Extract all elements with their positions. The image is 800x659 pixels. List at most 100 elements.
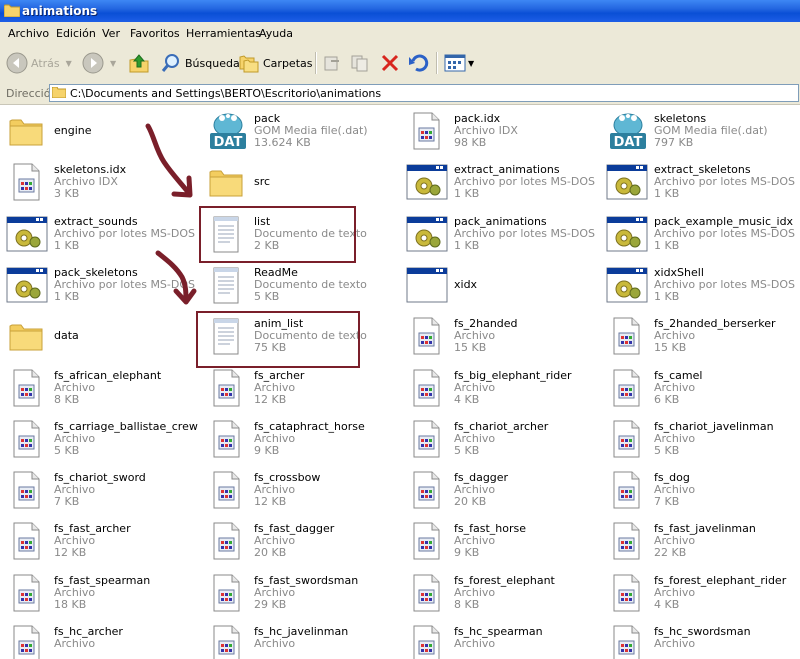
file-item[interactable]: fs_hc_javelinman Archivo [200, 618, 400, 659]
file-item[interactable]: fs_fast_javelinman Archivo 22 KB [600, 515, 800, 566]
menu-archivo[interactable]: Archivo [8, 27, 49, 40]
file-name: src [254, 175, 271, 189]
generic-file-icon [406, 573, 446, 613]
file-size: 12 KB [254, 495, 287, 509]
file-item[interactable]: fs_archer Archivo 12 KB [200, 362, 400, 413]
file-item[interactable]: extract_animations Archivo por lotes MS-D… [400, 156, 600, 207]
file-item[interactable]: fs_2handed_berserker Archivo 15 KB [600, 310, 800, 361]
file-item[interactable]: DAT pack GOM Media file(.dat) 13.624 KB [200, 105, 400, 156]
file-item[interactable]: fs_cataphract_horse Archivo 9 KB [200, 413, 400, 464]
menu-favoritos[interactable]: Favoritos [130, 27, 180, 40]
generic-file-icon [606, 316, 646, 356]
folder-up-icon [129, 54, 149, 73]
address-input[interactable]: C:\Documents and Settings\BERTO\Escritor… [49, 84, 799, 102]
views-grid-icon [444, 54, 466, 72]
dat-file-icon: DAT [606, 111, 646, 151]
file-item[interactable]: pack.idx Archivo IDX 98 KB [400, 105, 600, 156]
menu-edicion[interactable]: Edición [56, 27, 96, 40]
file-item[interactable]: ReadMe Documento de texto 5 KB [200, 259, 400, 310]
file-item[interactable]: pack_animations Archivo por lotes MS-DOS 1… [400, 208, 600, 259]
file-item[interactable]: fs_crossbow Archivo 12 KB [200, 464, 400, 515]
generic-file-icon [606, 368, 646, 408]
file-size: 5 KB [654, 443, 680, 457]
file-item[interactable]: fs_hc_swordsman Archivo [600, 618, 800, 659]
file-item[interactable]: fs_fast_archer Archivo 12 KB [0, 515, 200, 566]
file-labels: xidx [454, 278, 477, 291]
generic-file-icon [6, 470, 46, 510]
file-item[interactable]: fs_chariot_javelinman Archivo 5 KB [600, 413, 800, 464]
generic-file-icon [406, 624, 446, 659]
file-size: 29 KB [254, 597, 287, 611]
folder-item[interactable]: src [200, 156, 400, 207]
batch-file-icon [606, 214, 648, 254]
file-size: 22 KB [654, 546, 687, 560]
views-button[interactable]: ▼ [444, 51, 474, 75]
file-item[interactable]: fs_big_elephant_rider Archivo 4 KB [400, 362, 600, 413]
file-name: engine [54, 124, 92, 137]
file-type: Archivo [654, 585, 696, 599]
file-size: 7 KB [54, 495, 80, 509]
file-item[interactable]: fs_hc_spearman Archivo [400, 618, 600, 659]
file-size: 9 KB [254, 443, 280, 457]
folders-button[interactable]: Carpetas [238, 51, 312, 75]
undo-button[interactable] [408, 51, 430, 75]
file-item[interactable]: fs_carriage_ballistae_crew Archivo 5 KB [0, 413, 200, 464]
menu-ver[interactable]: Ver [102, 27, 120, 40]
back-arrow-icon [6, 52, 28, 74]
file-size: 98 KB [454, 136, 487, 149]
file-item[interactable]: fs_african_elephant Archivo 8 KB [0, 362, 200, 413]
up-button[interactable] [128, 51, 150, 75]
search-icon [161, 54, 179, 72]
svg-text:DAT: DAT [214, 135, 243, 150]
file-labels: fs_2handed Archivo 15 KB [454, 318, 518, 354]
file-item[interactable]: fs_fast_dagger Archivo 20 KB [200, 515, 400, 566]
file-name: fs_forest_elephant [454, 573, 555, 587]
menu-herramientas[interactable]: Herramientas [186, 27, 261, 40]
file-item[interactable]: fs_fast_swordsman Archivo 29 KB [200, 567, 400, 618]
file-item[interactable]: pack_example_music_idx Archivo por lotes … [600, 208, 800, 259]
folder-icon [52, 87, 66, 98]
highlight-box-list [199, 206, 356, 263]
file-type: Archivo por lotes MS-DOS [454, 226, 595, 240]
file-type: Archivo [254, 637, 296, 650]
file-item[interactable]: fs_forest_elephant Archivo 8 KB [400, 567, 600, 618]
file-labels: fs_fast_horse Archivo 9 KB [454, 523, 526, 559]
file-item[interactable]: xidxShell Archivo por lotes MS-DOS 1 KB [600, 259, 800, 310]
file-type: Archivo [454, 585, 496, 599]
file-item[interactable]: fs_chariot_sword Archivo 7 KB [0, 464, 200, 515]
file-name: pack_example_music_idx [654, 214, 794, 228]
folder-icon [6, 316, 46, 356]
file-name: fs_camel [654, 368, 703, 382]
delete-button[interactable] [380, 51, 400, 75]
file-labels: skeletons GOM Media file(.dat) 797 KB [654, 113, 768, 149]
menu-ayuda[interactable]: Ayuda [259, 27, 293, 40]
folder-icon [206, 162, 246, 202]
folder-icon [6, 111, 46, 151]
file-item[interactable]: fs_forest_elephant_rider Archivo 4 KB [600, 567, 800, 618]
text-file-icon [206, 265, 246, 305]
file-item[interactable]: fs_fast_horse Archivo 9 KB [400, 515, 600, 566]
back-dropdown-icon: ▼ [65, 58, 72, 68]
file-item[interactable]: xidx [400, 259, 600, 310]
search-button[interactable]: Búsqueda [160, 51, 240, 75]
file-item[interactable]: fs_dagger Archivo 20 KB [400, 464, 600, 515]
file-item[interactable]: fs_2handed Archivo 15 KB [400, 310, 600, 361]
file-item[interactable]: fs_camel Archivo 6 KB [600, 362, 800, 413]
file-labels: fs_big_elephant_rider Archivo 4 KB [454, 369, 572, 406]
back-button[interactable]: Atrás ▼ [6, 51, 72, 75]
file-labels: pack GOM Media file(.dat) 13.624 KB [254, 113, 368, 149]
file-item[interactable]: fs_dog Archivo 7 KB [600, 464, 800, 515]
generic-file-icon [606, 624, 646, 659]
move-to-button[interactable] [322, 51, 342, 75]
file-item[interactable]: fs_hc_archer Archivo [0, 618, 200, 659]
generic-file-icon [406, 521, 446, 561]
file-item[interactable]: fs_chariot_archer Archivo 5 KB [400, 413, 600, 464]
copy-to-button[interactable] [350, 51, 370, 75]
file-item[interactable]: extract_skeletons Archivo por lotes MS-DO… [600, 156, 800, 207]
file-item[interactable]: DAT skeletons GOM Media file(.dat) 797 KB [600, 105, 800, 156]
move-to-icon [324, 56, 339, 71]
forward-button[interactable]: ▼ [82, 51, 116, 75]
folder-item[interactable]: data [0, 310, 200, 361]
file-item[interactable]: fs_fast_spearman Archivo 18 KB [0, 567, 200, 618]
file-name: fs_fast_swordsman [254, 573, 359, 587]
